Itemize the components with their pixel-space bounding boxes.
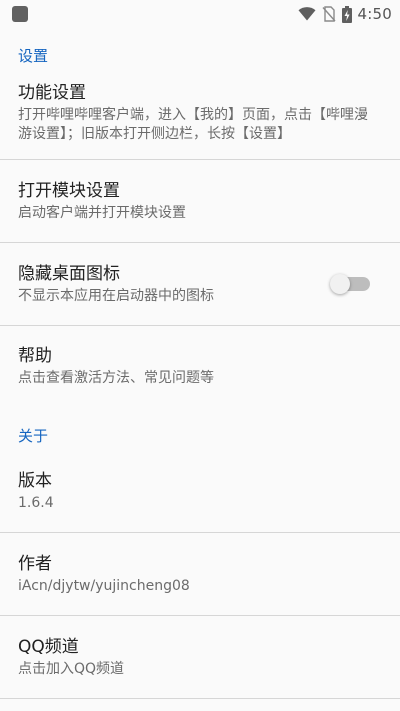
category-about: 关于 bbox=[18, 427, 49, 445]
pref-open-module-settings[interactable]: 打开模块设置 启动客户端并打开模块设置 bbox=[0, 160, 400, 243]
pref-feature-settings[interactable]: 功能设置 打开哔哩哔哩客户端，进入【我的】页面，点击【哔哩漫游设置】；旧版本打开… bbox=[0, 66, 400, 160]
status-bar: 4:50 bbox=[0, 0, 400, 28]
pref-title: 功能设置 bbox=[18, 82, 86, 103]
pref-summary: 1.6.4 bbox=[18, 494, 54, 511]
no-sim-icon bbox=[321, 6, 336, 22]
status-left bbox=[12, 6, 28, 22]
pref-summary: 点击查看激活方法、常见问题等 bbox=[18, 369, 214, 386]
pref-title: QQ频道 bbox=[18, 636, 79, 657]
pref-summary: iAcn/djytw/yujincheng08 bbox=[18, 577, 190, 594]
pref-title: 作者 bbox=[18, 553, 52, 574]
pref-summary: 打开哔哩哔哩客户端，进入【我的】页面，点击【哔哩漫游设置】；旧版本打开侧边栏，长… bbox=[18, 106, 368, 142]
pref-summary: 点击加入QQ频道 bbox=[18, 660, 125, 677]
pref-summary: 不显示本应用在启动器中的图标 bbox=[18, 287, 214, 304]
pref-summary: 启动客户端并打开模块设置 bbox=[18, 204, 186, 221]
pref-qq-channel[interactable]: QQ频道 点击加入QQ频道 bbox=[0, 616, 400, 699]
battery-charging-icon bbox=[341, 5, 352, 23]
clock: 4:50 bbox=[357, 5, 392, 23]
switch-thumb bbox=[330, 274, 350, 294]
app-notification-icon bbox=[12, 6, 28, 22]
pref-author[interactable]: 作者 iAcn/djytw/yujincheng08 bbox=[0, 533, 400, 616]
pref-help[interactable]: 帮助 点击查看激活方法、常见问题等 bbox=[0, 326, 400, 406]
status-right: 4:50 bbox=[298, 5, 392, 23]
category-settings: 设置 bbox=[18, 47, 49, 65]
pref-title: 帮助 bbox=[18, 345, 52, 366]
pref-title: 隐藏桌面图标 bbox=[18, 263, 120, 284]
wifi-icon bbox=[298, 7, 316, 21]
pref-title: 版本 bbox=[18, 470, 52, 491]
hide-icon-switch[interactable] bbox=[330, 274, 370, 294]
pref-title: 打开模块设置 bbox=[18, 180, 120, 201]
pref-version[interactable]: 版本 1.6.4 bbox=[0, 450, 400, 533]
pref-hide-launcher-icon[interactable]: 隐藏桌面图标 不显示本应用在启动器中的图标 bbox=[0, 243, 400, 326]
